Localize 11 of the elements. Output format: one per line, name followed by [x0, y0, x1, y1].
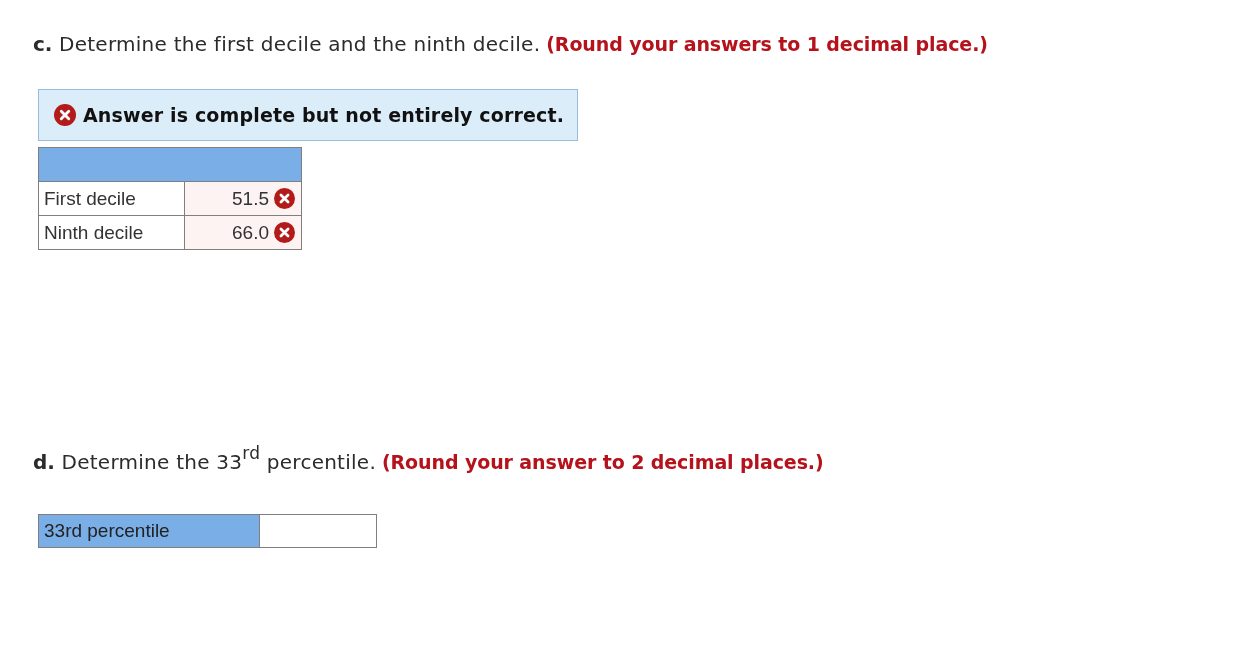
answer-value: 66.0 [232, 221, 269, 244]
answer-input[interactable] [260, 514, 377, 548]
answer-value: 51.5 [232, 187, 269, 210]
feedback-message: Answer is complete but not entirely correct. [83, 104, 565, 126]
question-prompt: c. Determine the first decile and the ninth decile. [33, 31, 541, 58]
table-cell: 33rd percentile [38, 514, 260, 548]
table-cell: Ninth decile [38, 215, 185, 250]
rounding-instruction: (Round your answers to 1 decimal place.) [546, 32, 988, 57]
rounding-instruction: (Round your answer to 2 decimal places.) [382, 450, 824, 475]
table-cell: First decile [38, 181, 185, 216]
x-mark-icon [54, 104, 76, 126]
